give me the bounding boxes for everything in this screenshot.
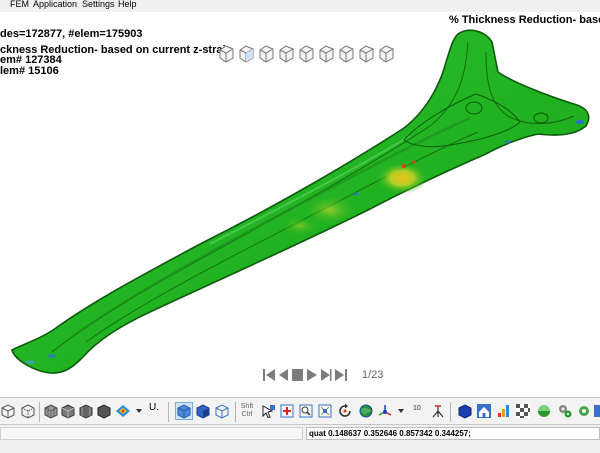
menu-help[interactable]: Help: [118, 0, 137, 9]
mesh-outline-icon[interactable]: [96, 403, 112, 419]
view-cube-icon[interactable]: [357, 44, 375, 64]
contour-icon[interactable]: [115, 403, 131, 419]
status-bar: quat 0.148637 0.352646 0.857342 0.344257…: [0, 425, 600, 453]
frame-counter: 1/23: [362, 369, 384, 381]
result-title: % Thickness Reduction- based: [449, 14, 600, 26]
part-render: [11, 29, 590, 374]
color-bars-icon[interactable]: [496, 403, 512, 419]
toolbar-divider: [235, 402, 236, 422]
shift-ctrl-hint: Shft Ctrl: [240, 403, 254, 418]
view-cube-icon[interactable]: [277, 44, 295, 64]
view-cube-icon[interactable]: [257, 44, 275, 64]
menu-settings[interactable]: Settings: [82, 0, 115, 9]
view-cube-icon[interactable]: [337, 44, 355, 64]
transparent-view-icon[interactable]: [214, 403, 230, 419]
first-frame-icon[interactable]: [262, 367, 276, 383]
menu-application[interactable]: Application: [33, 0, 77, 9]
gears-icon[interactable]: [557, 403, 573, 419]
part-body: [11, 29, 590, 374]
tools-icon[interactable]: [593, 403, 600, 419]
status-message-field: [0, 427, 303, 440]
wireframe-view-icon[interactable]: [20, 403, 36, 419]
main-toolbar: U. Shft Ctrl 10: [0, 397, 600, 425]
solid-view-icon[interactable]: [175, 402, 193, 420]
rotate-icon[interactable]: [337, 403, 353, 419]
globe-icon[interactable]: [358, 403, 374, 419]
menu-bar: FEM Application Settings Help: [0, 0, 600, 12]
box-blue-icon[interactable]: [195, 403, 211, 419]
toolbar-divider: [450, 402, 451, 422]
axes-icon[interactable]: [377, 403, 393, 419]
dropdown-arrow-icon[interactable]: [396, 403, 406, 419]
fem-viewport[interactable]: % Thickness Reduction- based des=172877,…: [0, 12, 600, 397]
front-view-icon[interactable]: [0, 403, 16, 419]
play-icon[interactable]: [306, 367, 318, 383]
checker-icon[interactable]: [515, 403, 531, 419]
tripod-icon[interactable]: [430, 403, 446, 419]
view-cube-icon[interactable]: [237, 44, 255, 64]
next-frame-icon[interactable]: [320, 367, 332, 383]
view-cube-icon[interactable]: [317, 44, 335, 64]
dropdown-arrow-icon[interactable]: [134, 403, 144, 419]
info-min-elem: lem# 15106: [0, 65, 59, 77]
last-frame-icon[interactable]: [334, 367, 348, 383]
toolbar-divider: [39, 402, 40, 422]
add-node-icon[interactable]: [279, 403, 295, 419]
solid-mesh-icon[interactable]: [78, 403, 94, 419]
view-cube-icon[interactable]: [297, 44, 315, 64]
view-cube-icon[interactable]: [217, 44, 235, 64]
shaded-mesh-icon[interactable]: [60, 403, 76, 419]
toolbar-divider: [168, 402, 169, 422]
menu-fem[interactable]: FEM: [10, 0, 29, 9]
step-value[interactable]: 10: [413, 405, 421, 413]
quaternion-readout: quat 0.148637 0.352646 0.857342 0.344257…: [306, 427, 600, 440]
prev-frame-icon[interactable]: [277, 367, 289, 383]
settings-gear-icon[interactable]: [576, 403, 592, 419]
view-cube-icon[interactable]: [377, 44, 395, 64]
stop-icon[interactable]: [291, 367, 304, 383]
select-arrow-icon[interactable]: [260, 403, 276, 419]
home-view-icon[interactable]: [476, 403, 492, 419]
u-label[interactable]: U.: [149, 403, 159, 413]
zoom-window-icon[interactable]: [298, 403, 314, 419]
mesh-view-icon[interactable]: [43, 403, 59, 419]
info-node-count: des=172877, #elem=175903: [0, 28, 143, 40]
blue-box-icon[interactable]: [457, 403, 473, 419]
green-sphere-icon[interactable]: [536, 403, 552, 419]
zoom-fit-icon[interactable]: [317, 403, 333, 419]
